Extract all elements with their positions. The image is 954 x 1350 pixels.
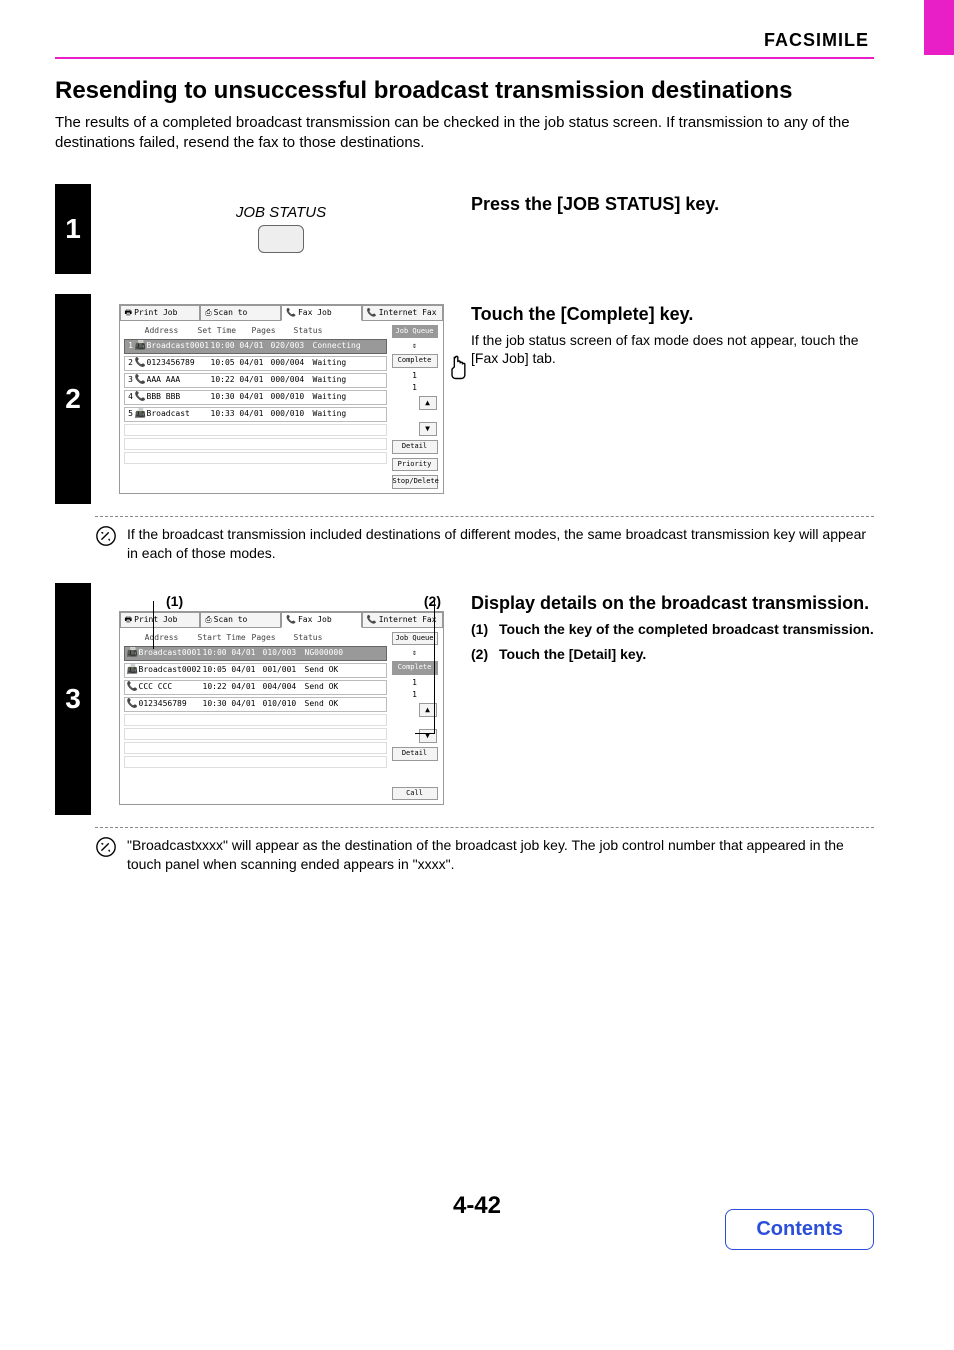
step-2-note: If the broadcast transmission included d… — [95, 525, 874, 563]
page-indicator: 1 — [412, 384, 417, 392]
hardware-key-icon — [258, 225, 304, 253]
complete-button[interactable]: Complete — [392, 661, 438, 675]
callout-2: (2) — [424, 593, 441, 609]
tab-fax-job[interactable]: 📞Fax Job — [281, 305, 362, 321]
table-row[interactable]: 5📠Broadcast10:33 04/01000/010Waiting — [124, 407, 387, 422]
job-queue-button[interactable]: Job Queue — [392, 325, 438, 339]
tab-fax-job[interactable]: 📞Fax Job — [281, 612, 362, 628]
section-label: FACSIMILE — [55, 30, 874, 51]
stop-delete-button[interactable]: Stop/Delete — [392, 475, 438, 489]
complete-button[interactable]: Complete — [392, 354, 438, 368]
callout-line — [434, 601, 435, 733]
step-number: 1 — [55, 184, 91, 274]
priority-button[interactable]: Priority — [392, 458, 438, 472]
note-text: If the broadcast transmission included d… — [127, 525, 874, 563]
step-3-note: "Broadcastxxxx" will appear as the desti… — [95, 836, 874, 874]
callout-line — [415, 733, 435, 734]
table-row[interactable]: 1📠Broadcast000110:00 04/01020/003Connect… — [124, 339, 387, 354]
tab-print-job[interactable]: 🖶Print Job — [120, 612, 201, 628]
detail-button[interactable]: Detail — [392, 440, 438, 454]
scroll-down-button[interactable]: ▼ — [419, 422, 437, 436]
dashed-separator — [95, 516, 874, 517]
job-status-key-illustration: JOB STATUS — [236, 204, 326, 253]
page-indicator: 1 — [412, 679, 417, 687]
list-item-number: (1) — [471, 620, 499, 639]
table-row-empty — [124, 438, 387, 450]
callout-1: (1) — [166, 593, 183, 609]
note-icon — [95, 836, 127, 874]
list-item-text: Touch the [Detail] key. — [499, 645, 646, 664]
step-2: 2 🖶Print Job ⎙Scan to 📞Fax Job 📞Internet… — [55, 294, 874, 504]
table-row-empty — [124, 728, 387, 740]
tab-internet-fax[interactable]: 📞Internet Fax — [362, 612, 443, 628]
pointing-hand-icon — [445, 354, 473, 388]
table-header: Address Start Time Pages Status — [124, 632, 387, 646]
step-3: 3 (1) (2) 🖶Print Job ⎙Scan to 📞Fax Job 📞… — [55, 583, 874, 816]
tab-scan-to[interactable]: ⎙Scan to — [200, 612, 281, 628]
table-row-empty — [124, 452, 387, 464]
step-number: 3 — [55, 583, 91, 816]
list-item-number: (2) — [471, 645, 499, 664]
note-icon — [95, 525, 127, 563]
table-row-empty — [124, 424, 387, 436]
step-3-heading: Display details on the broadcast transmi… — [471, 593, 874, 614]
page-indicator: 1 — [412, 372, 417, 380]
intro-paragraph: The results of a completed broadcast tra… — [55, 113, 874, 154]
contents-button[interactable]: Contents — [725, 1209, 874, 1250]
step-number: 2 — [55, 294, 91, 504]
table-header: Address Set Time Pages Status — [124, 325, 387, 339]
tab-print-job[interactable]: 🖶Print Job — [120, 305, 201, 321]
scroll-up-button[interactable]: ▲ — [419, 396, 437, 410]
callout-line — [153, 601, 154, 649]
table-row[interactable]: 📠Broadcast000210:05 04/01001/001Send OK — [124, 663, 387, 678]
table-row[interactable]: 4📞BBB BBB10:30 04/01000/010Waiting — [124, 390, 387, 405]
header-rule — [55, 57, 874, 59]
chapter-color-tab — [924, 0, 954, 55]
table-row[interactable]: 3📞AAA AAA10:22 04/01000/004Waiting — [124, 373, 387, 388]
table-row-empty — [124, 742, 387, 754]
job-status-panel: 🖶Print Job ⎙Scan to 📞Fax Job 📞Internet F… — [119, 611, 444, 806]
tab-scan-to[interactable]: ⎙Scan to — [200, 305, 281, 321]
step-1-heading: Press the [JOB STATUS] key. — [471, 194, 874, 215]
table-row[interactable]: 📞CCC CCC10:22 04/01004/004Send OK — [124, 680, 387, 695]
dashed-separator — [95, 827, 874, 828]
step-2-heading: Touch the [Complete] key. — [471, 304, 874, 325]
note-text: "Broadcastxxxx" will appear as the desti… — [127, 836, 874, 874]
table-row-empty — [124, 756, 387, 768]
list-item-text: Touch the key of the completed broadcast… — [499, 620, 874, 639]
table-row[interactable]: 📠Broadcast000110:00 04/01010/003NG000000 — [124, 646, 387, 661]
table-row[interactable]: 2📞012345678910:05 04/01000/004Waiting — [124, 356, 387, 371]
detail-button[interactable]: Detail — [392, 747, 438, 761]
table-row-empty — [124, 714, 387, 726]
page-title: Resending to unsuccessful broadcast tran… — [55, 77, 874, 105]
step-1: 1 JOB STATUS Press the [JOB STATUS] key. — [55, 184, 874, 274]
step-2-body: If the job status screen of fax mode doe… — [471, 331, 874, 369]
table-row[interactable]: 📞012345678910:30 04/01010/010Send OK — [124, 697, 387, 712]
call-button[interactable]: Call — [392, 787, 438, 801]
swap-icon: ⇕ — [412, 342, 417, 350]
swap-icon: ⇕ — [412, 649, 417, 657]
job-queue-button[interactable]: Job Queue — [392, 632, 438, 646]
job-status-panel: 🖶Print Job ⎙Scan to 📞Fax Job 📞Internet F… — [119, 304, 444, 494]
page-indicator: 1 — [412, 691, 417, 699]
tab-internet-fax[interactable]: 📞Internet Fax — [362, 305, 443, 321]
job-status-key-label: JOB STATUS — [236, 204, 326, 221]
